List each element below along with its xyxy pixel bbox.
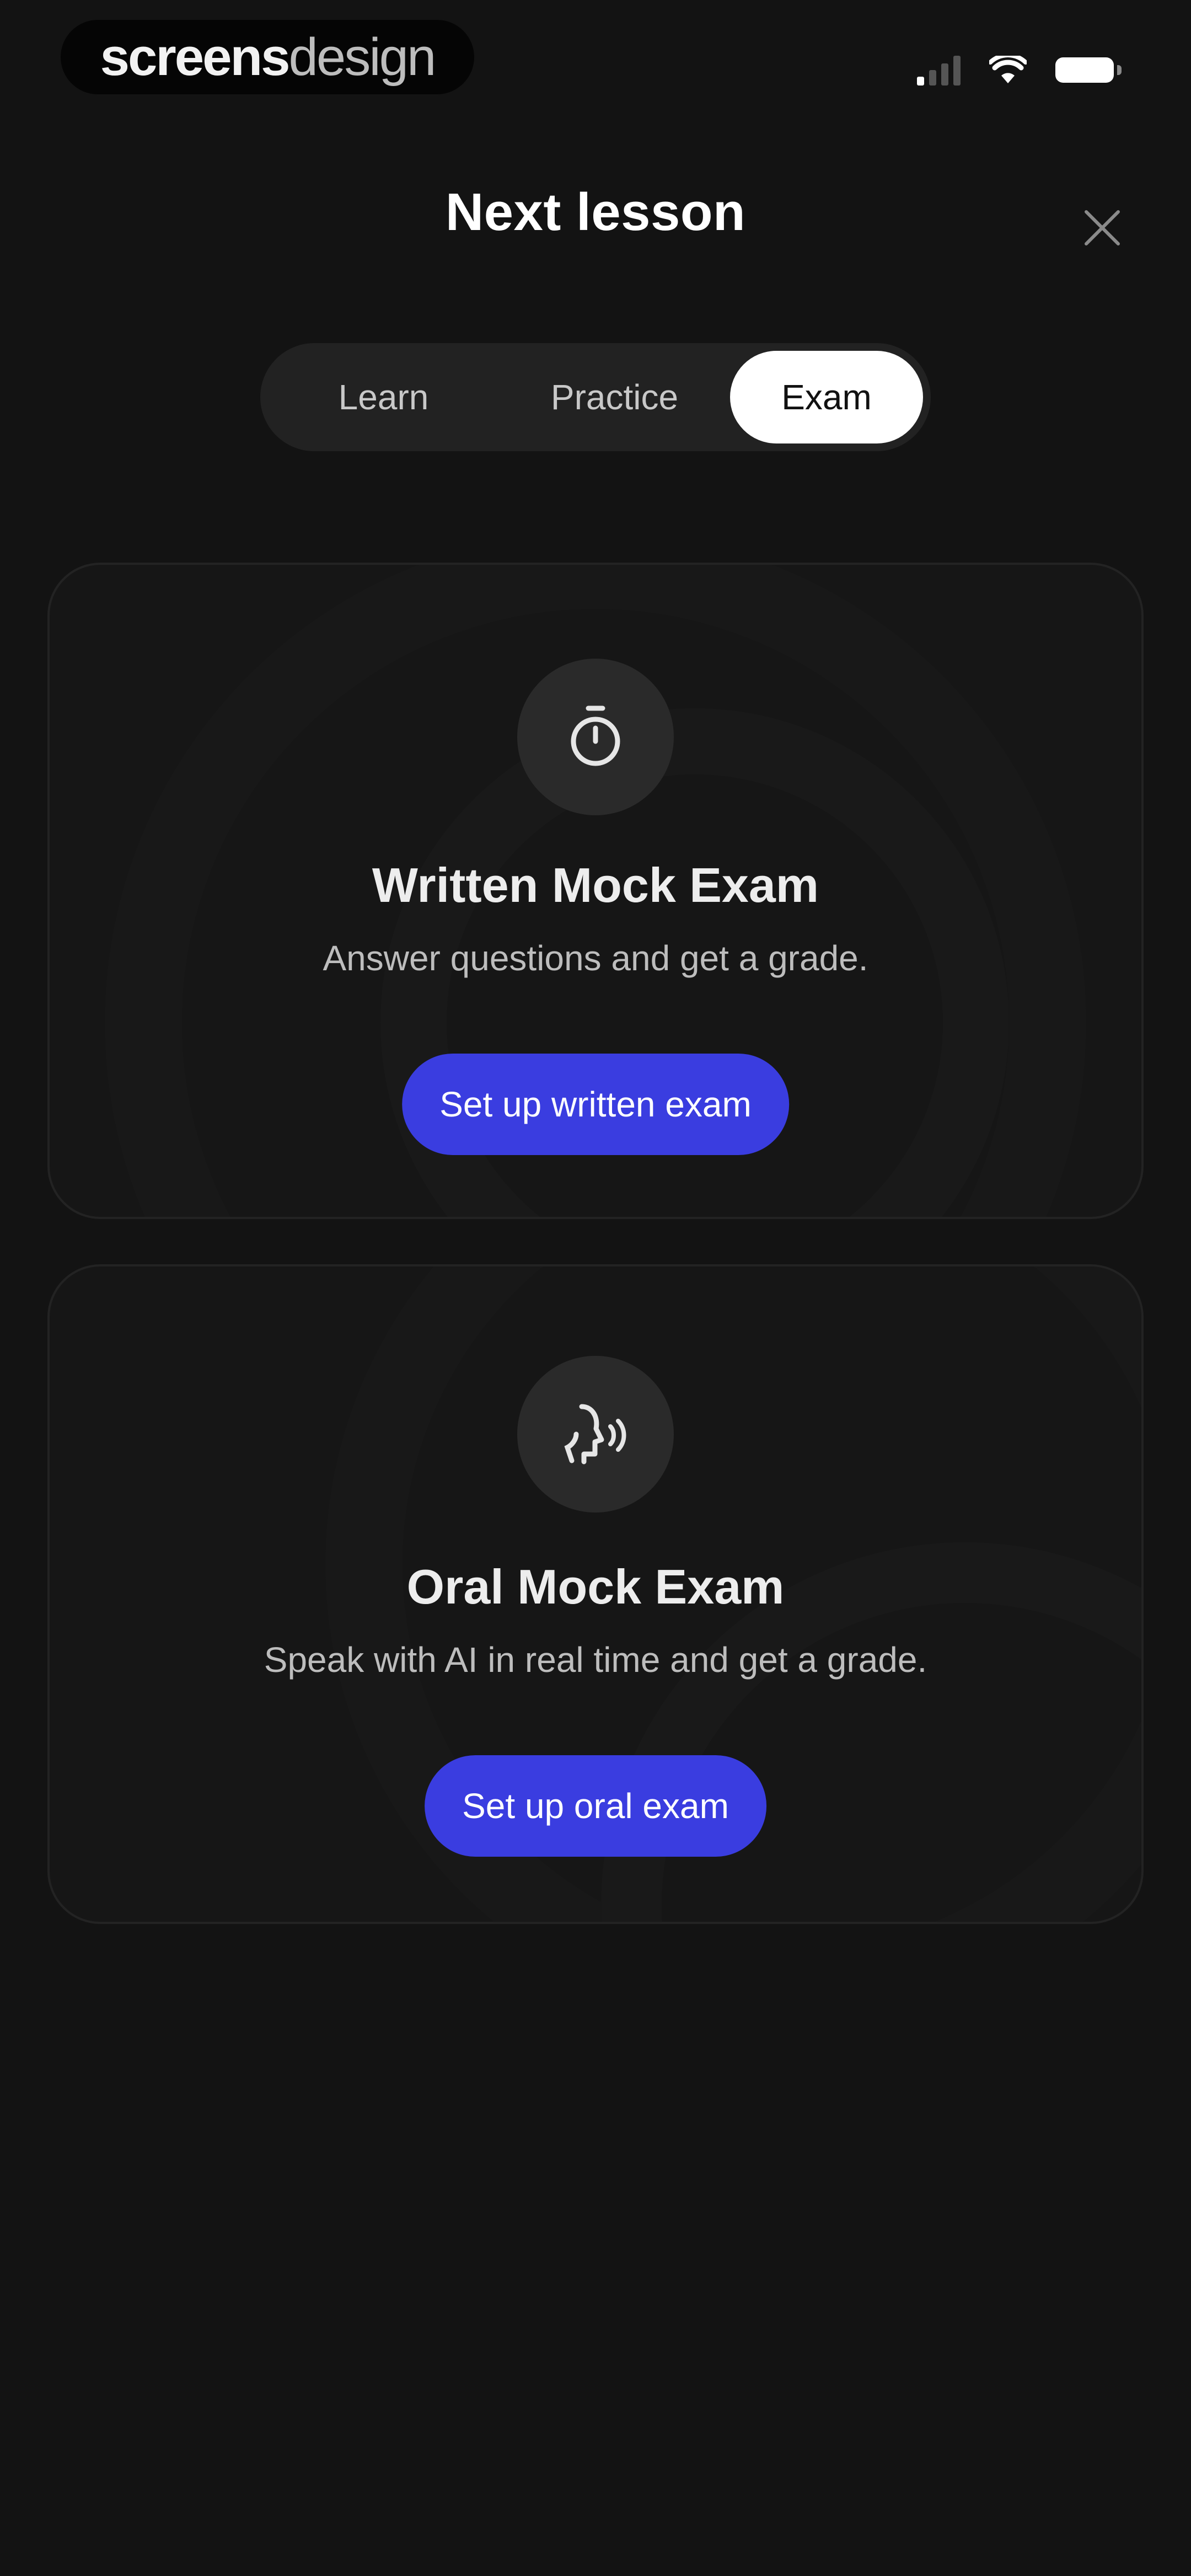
written-exam-icon-badge — [517, 659, 674, 815]
close-icon — [1085, 210, 1120, 245]
speaking-head-icon — [564, 1404, 626, 1465]
screen: screens design Next lesson Learn Practice — [0, 0, 1191, 2576]
tab-learn[interactable]: Learn — [268, 351, 499, 443]
signal-icon — [917, 55, 961, 85]
battery-icon — [1055, 57, 1122, 83]
close-button[interactable] — [1072, 197, 1133, 258]
tab-exam-label: Exam — [781, 377, 872, 417]
written-exam-card: Written Mock Exam Answer questions and g… — [47, 563, 1144, 1219]
lesson-mode-tabs: Learn Practice Exam — [260, 343, 931, 451]
tab-practice-label: Practice — [550, 377, 679, 417]
oral-exam-card: Oral Mock Exam Speak with AI in real tim… — [47, 1264, 1144, 1924]
stopwatch-icon — [571, 706, 620, 766]
set-up-oral-exam-button[interactable]: Set up oral exam — [425, 1755, 766, 1857]
wifi-icon — [989, 56, 1027, 83]
oral-exam-title: Oral Mock Exam — [406, 1559, 785, 1614]
oral-exam-icon-badge — [517, 1356, 674, 1513]
status-icons — [917, 51, 1122, 89]
tab-learn-label: Learn — [338, 377, 429, 417]
written-exam-title: Written Mock Exam — [372, 858, 819, 912]
written-exam-description: Answer questions and get a grade. — [323, 938, 868, 978]
page-title: Next lesson — [445, 183, 746, 242]
watermark-part-2: design — [288, 27, 437, 87]
set-up-written-exam-button[interactable]: Set up written exam — [402, 1054, 789, 1155]
tab-practice[interactable]: Practice — [499, 351, 730, 443]
watermark-logo: screens design — [61, 20, 474, 94]
watermark-part-1: screens — [100, 27, 291, 87]
tab-exam[interactable]: Exam — [730, 351, 923, 443]
oral-exam-description: Speak with AI in real time and get a gra… — [264, 1640, 927, 1680]
